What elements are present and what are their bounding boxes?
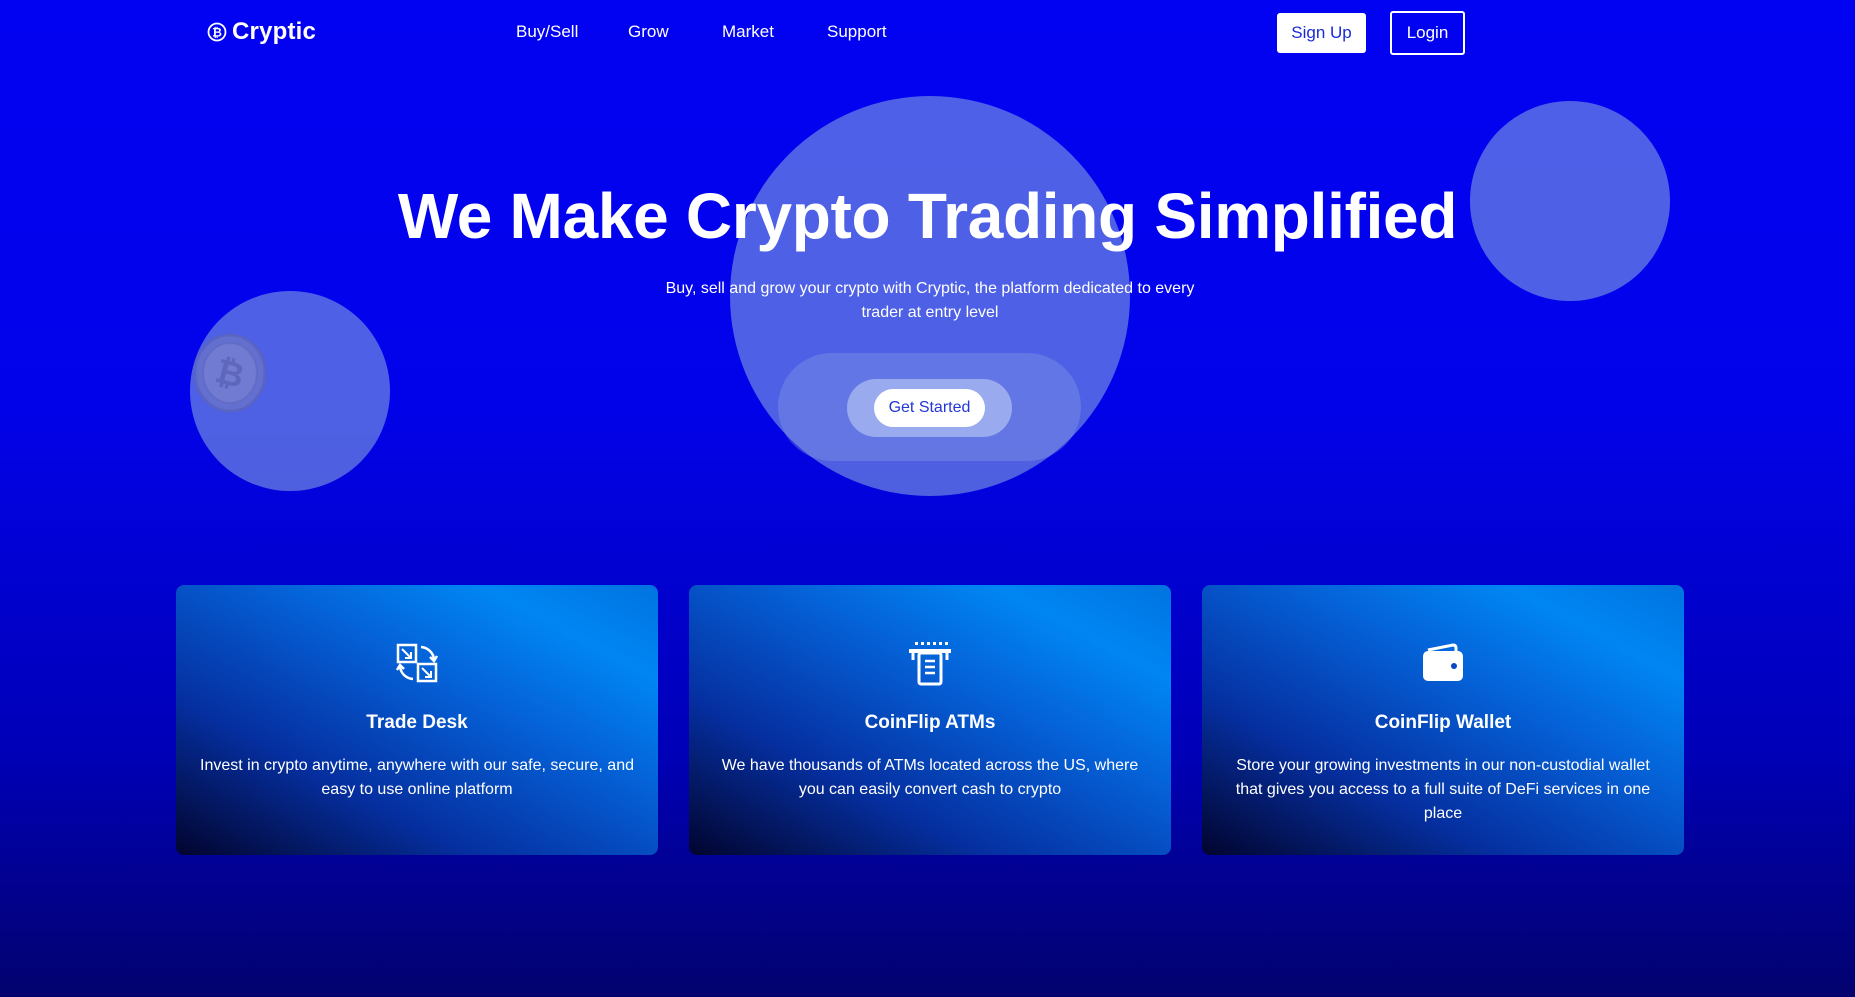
exchange-icon <box>395 643 439 683</box>
hero-title: We Make Crypto Trading Simplified <box>397 180 1458 252</box>
login-button[interactable]: Login <box>1390 11 1465 55</box>
nav-link-support[interactable]: Support <box>827 22 887 42</box>
atm-icon <box>909 642 951 686</box>
feature-description: Store your growing investments in our no… <box>1235 757 1651 822</box>
feature-card-trade-desk[interactable]: Trade Desk Invest in crypto anytime, any… <box>176 585 658 855</box>
feature-title: Trade Desk <box>366 712 468 733</box>
nav-link-grow[interactable]: Grow <box>628 22 669 42</box>
nav-link-market[interactable]: Market <box>722 22 774 42</box>
feature-description: Invest in crypto anytime, anywhere with … <box>200 757 634 798</box>
get-started-button[interactable]: Get Started <box>874 389 985 427</box>
feature-title: CoinFlip ATMs <box>864 712 996 733</box>
feature-description: We have thousands of ATMs located across… <box>721 757 1139 798</box>
navbar: ₿ Cryptic Buy/Sell Grow Market Support S… <box>0 0 1855 68</box>
hero-subtitle: Buy, sell and grow your crypto with Cryp… <box>665 280 1195 321</box>
nav-links: Buy/Sell Grow Market Support <box>0 22 1855 46</box>
nav-link-buy-sell[interactable]: Buy/Sell <box>516 22 578 42</box>
bitcoin-coin-icon: ₿ <box>193 333 267 413</box>
sign-up-button[interactable]: Sign Up <box>1277 13 1366 53</box>
feature-card-coinflip-wallet[interactable]: CoinFlip Wallet Store your growing inves… <box>1202 585 1684 855</box>
feature-card-coinflip-atms[interactable]: CoinFlip ATMs We have thousands of ATMs … <box>689 585 1171 855</box>
feature-title: CoinFlip Wallet <box>1374 712 1512 733</box>
wallet-icon <box>1423 643 1463 681</box>
